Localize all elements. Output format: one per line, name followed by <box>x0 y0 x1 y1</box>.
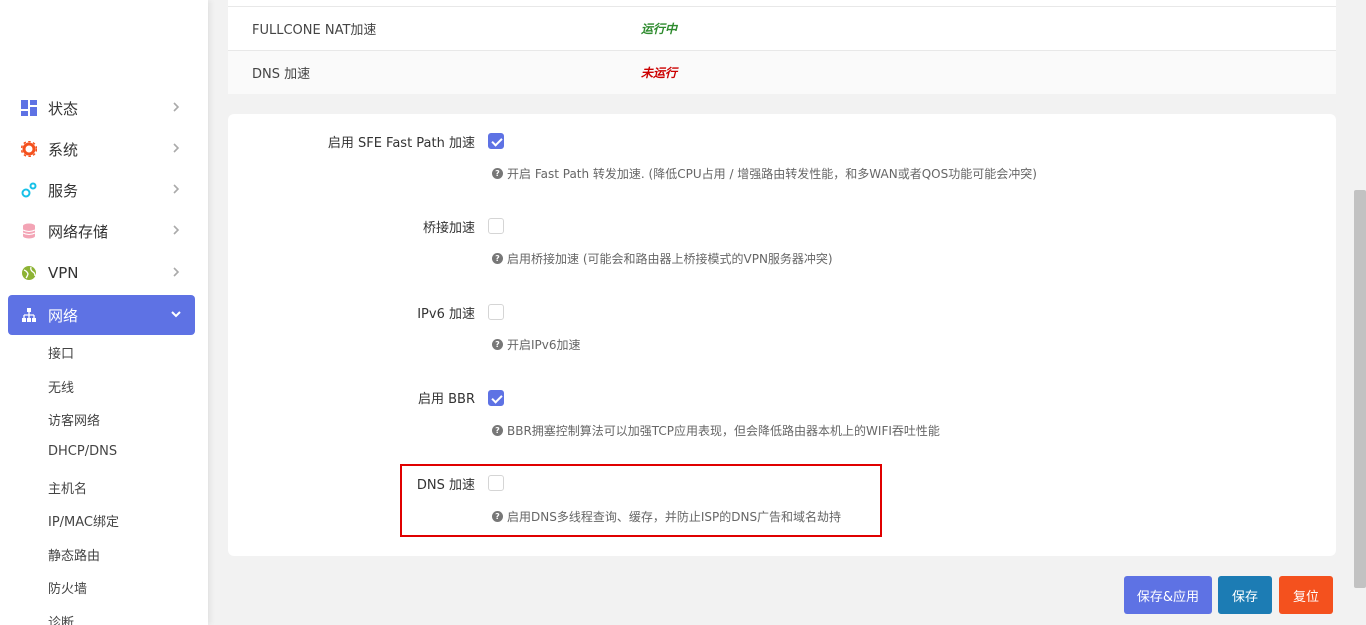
bbr-hint: ? BBR拥塞控制算法可以加强TCP应用表现，但会降低路由器本机上的WIFI吞吐性… <box>492 422 940 439</box>
sidebar-item-label: 系统 <box>48 140 79 159</box>
sidebar-subitem-diagnostics[interactable]: 诊断 <box>48 612 74 625</box>
save-button[interactable]: 保存 <box>1218 576 1272 614</box>
sidebar-subitem-wireless[interactable]: 无线 <box>48 377 74 396</box>
sfe-fastpath-label: 启用 SFE Fast Path 加速 <box>327 136 475 151</box>
ipv6-accel-hint: ? 开启IPv6加速 <box>492 336 581 353</box>
dashboard-icon <box>20 99 38 117</box>
sidebar-item-status[interactable]: 状态 <box>8 88 195 128</box>
ipv6-accel-checkbox[interactable] <box>488 304 504 320</box>
chevron-right-icon <box>173 267 180 277</box>
help-icon: ? <box>492 253 503 264</box>
sfe-fastpath-hint: ? 开启 Fast Path 转发加速. (降低CPU占用 / 增强路由转发性能，… <box>492 165 1037 182</box>
bbr-checkbox[interactable] <box>488 390 504 406</box>
sfe-fastpath-checkbox[interactable] <box>488 133 504 149</box>
sidebar-subitem-dhcp-dns[interactable]: DHCP/DNS <box>48 444 117 459</box>
chevron-right-icon <box>173 102 180 112</box>
chevron-down-icon <box>171 311 181 318</box>
sidebar-item-label: 服务 <box>48 181 79 200</box>
scrollbar-thumb[interactable] <box>1354 190 1366 588</box>
help-icon: ? <box>492 339 503 350</box>
sidebar: 状态 系统 服务 网络存储 VPN 网络 接口 无线 访客网络 DHCP/DNS… <box>0 0 208 625</box>
status-row: FULLCONE NAT加速 运行中 <box>228 6 1336 50</box>
sidebar-item-network[interactable]: 网络 <box>8 295 195 335</box>
database-icon <box>20 222 38 240</box>
save-apply-button[interactable]: 保存&应用 <box>1124 576 1212 614</box>
sidebar-subitem-ip-mac-binding[interactable]: IP/MAC绑定 <box>48 511 119 530</box>
status-table: FULLCONE NAT加速 运行中 DNS 加速 未运行 <box>228 0 1336 94</box>
sidebar-item-services[interactable]: 服务 <box>8 170 195 210</box>
ipv6-accel-label: IPv6 加速 <box>417 307 475 322</box>
chevron-right-icon <box>173 225 180 235</box>
status-row: DNS 加速 未运行 <box>228 50 1336 94</box>
status-value-stopped: 未运行 <box>641 66 678 80</box>
status-label: FULLCONE NAT加速 <box>252 23 377 38</box>
sidebar-subitem-guest-network[interactable]: 访客网络 <box>48 410 100 429</box>
sidebar-item-storage[interactable]: 网络存储 <box>8 211 195 251</box>
services-icon <box>20 181 38 199</box>
sidebar-item-label: VPN <box>48 264 79 282</box>
sidebar-item-label: 网络 <box>48 306 79 325</box>
chevron-right-icon <box>173 184 180 194</box>
chevron-right-icon <box>173 143 180 153</box>
sidebar-item-system[interactable]: 系统 <box>8 129 195 169</box>
bridge-accel-hint: ? 启用桥接加速 (可能会和路由器上桥接模式的VPN服务器冲突) <box>492 250 833 267</box>
network-icon <box>20 306 38 324</box>
sidebar-subitem-interfaces[interactable]: 接口 <box>48 343 74 362</box>
globe-icon <box>20 264 38 282</box>
sidebar-item-vpn[interactable]: VPN <box>8 253 195 293</box>
bridge-accel-checkbox[interactable] <box>488 218 504 234</box>
gear-icon <box>20 140 38 158</box>
sidebar-item-label: 状态 <box>48 99 79 118</box>
bridge-accel-label: 桥接加速 <box>422 221 475 236</box>
status-value-running: 运行中 <box>641 22 678 36</box>
sidebar-subitem-static-routes[interactable]: 静态路由 <box>48 545 100 564</box>
sidebar-item-label: 网络存储 <box>48 222 109 241</box>
sidebar-subitem-firewall[interactable]: 防火墙 <box>48 578 87 597</box>
highlight-box <box>400 464 882 537</box>
bbr-label: 启用 BBR <box>417 392 475 407</box>
status-label: DNS 加速 <box>252 67 311 82</box>
sidebar-subitem-hostnames[interactable]: 主机名 <box>48 478 87 497</box>
help-icon: ? <box>492 425 503 436</box>
reset-button[interactable]: 复位 <box>1279 576 1333 614</box>
help-icon: ? <box>492 168 503 179</box>
